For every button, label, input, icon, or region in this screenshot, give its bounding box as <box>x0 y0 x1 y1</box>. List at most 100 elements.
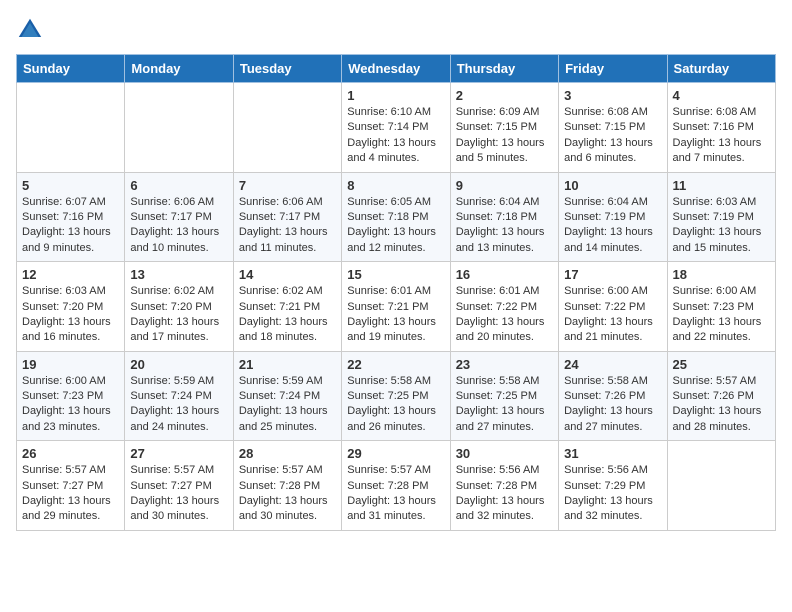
day-info: Sunrise: 6:10 AM Sunset: 7:14 PM Dayligh… <box>347 105 444 167</box>
calendar-cell: 24 Sunrise: 5:58 AM Sunset: 7:26 PM Dayl… <box>559 351 667 441</box>
day-info: Sunrise: 6:01 AM Sunset: 7:22 PM Dayligh… <box>456 284 553 346</box>
day-number: 1 <box>347 88 444 103</box>
day-info: Sunrise: 5:57 AM Sunset: 7:27 PM Dayligh… <box>130 463 227 525</box>
sunset-label: Sunset: 7:26 PM <box>564 390 645 402</box>
day-info: Sunrise: 5:58 AM Sunset: 7:25 PM Dayligh… <box>456 374 553 436</box>
sunrise-label: Sunrise: 6:00 AM <box>564 285 648 297</box>
day-number: 24 <box>564 357 661 372</box>
calendar-cell: 11 Sunrise: 6:03 AM Sunset: 7:19 PM Dayl… <box>667 172 775 262</box>
daylight-label: Daylight: 13 hours and 6 minutes. <box>564 137 653 164</box>
day-number: 11 <box>673 178 770 193</box>
day-number: 23 <box>456 357 553 372</box>
sunset-label: Sunset: 7:28 PM <box>456 480 537 492</box>
sunrise-label: Sunrise: 5:58 AM <box>564 375 648 387</box>
day-info: Sunrise: 6:05 AM Sunset: 7:18 PM Dayligh… <box>347 195 444 257</box>
header-day-thursday: Thursday <box>450 55 558 83</box>
sunrise-label: Sunrise: 5:58 AM <box>347 375 431 387</box>
sunset-label: Sunset: 7:18 PM <box>347 211 428 223</box>
header-row: SundayMondayTuesdayWednesdayThursdayFrid… <box>17 55 776 83</box>
daylight-label: Daylight: 13 hours and 27 minutes. <box>456 405 545 432</box>
header-day-tuesday: Tuesday <box>233 55 341 83</box>
sunset-label: Sunset: 7:20 PM <box>22 301 103 313</box>
day-number: 15 <box>347 267 444 282</box>
calendar-cell: 5 Sunrise: 6:07 AM Sunset: 7:16 PM Dayli… <box>17 172 125 262</box>
calendar-cell: 26 Sunrise: 5:57 AM Sunset: 7:27 PM Dayl… <box>17 441 125 531</box>
sunset-label: Sunset: 7:24 PM <box>239 390 320 402</box>
calendar-cell <box>667 441 775 531</box>
calendar-cell: 12 Sunrise: 6:03 AM Sunset: 7:20 PM Dayl… <box>17 262 125 352</box>
logo-icon <box>16 16 44 44</box>
calendar-cell: 16 Sunrise: 6:01 AM Sunset: 7:22 PM Dayl… <box>450 262 558 352</box>
sunset-label: Sunset: 7:15 PM <box>564 121 645 133</box>
sunset-label: Sunset: 7:22 PM <box>564 301 645 313</box>
sunrise-label: Sunrise: 6:06 AM <box>130 196 214 208</box>
day-number: 19 <box>22 357 119 372</box>
daylight-label: Daylight: 13 hours and 23 minutes. <box>22 405 111 432</box>
sunset-label: Sunset: 7:22 PM <box>456 301 537 313</box>
sunrise-label: Sunrise: 6:08 AM <box>564 106 648 118</box>
daylight-label: Daylight: 13 hours and 32 minutes. <box>564 495 653 522</box>
sunset-label: Sunset: 7:26 PM <box>673 390 754 402</box>
header-day-friday: Friday <box>559 55 667 83</box>
day-number: 16 <box>456 267 553 282</box>
daylight-label: Daylight: 13 hours and 27 minutes. <box>564 405 653 432</box>
day-number: 3 <box>564 88 661 103</box>
header-day-wednesday: Wednesday <box>342 55 450 83</box>
daylight-label: Daylight: 13 hours and 4 minutes. <box>347 137 436 164</box>
logo <box>16 16 48 44</box>
calendar-cell: 15 Sunrise: 6:01 AM Sunset: 7:21 PM Dayl… <box>342 262 450 352</box>
day-number: 26 <box>22 446 119 461</box>
sunrise-label: Sunrise: 5:57 AM <box>347 464 431 476</box>
sunset-label: Sunset: 7:23 PM <box>673 301 754 313</box>
sunrise-label: Sunrise: 6:04 AM <box>456 196 540 208</box>
calendar-cell <box>125 83 233 173</box>
daylight-label: Daylight: 13 hours and 13 minutes. <box>456 226 545 253</box>
day-number: 17 <box>564 267 661 282</box>
sunrise-label: Sunrise: 6:03 AM <box>673 196 757 208</box>
day-info: Sunrise: 5:59 AM Sunset: 7:24 PM Dayligh… <box>130 374 227 436</box>
sunrise-label: Sunrise: 5:56 AM <box>564 464 648 476</box>
calendar-cell: 30 Sunrise: 5:56 AM Sunset: 7:28 PM Dayl… <box>450 441 558 531</box>
sunset-label: Sunset: 7:16 PM <box>22 211 103 223</box>
sunrise-label: Sunrise: 6:01 AM <box>456 285 540 297</box>
daylight-label: Daylight: 13 hours and 22 minutes. <box>673 316 762 343</box>
calendar-cell: 18 Sunrise: 6:00 AM Sunset: 7:23 PM Dayl… <box>667 262 775 352</box>
daylight-label: Daylight: 13 hours and 20 minutes. <box>456 316 545 343</box>
daylight-label: Daylight: 13 hours and 32 minutes. <box>456 495 545 522</box>
day-number: 8 <box>347 178 444 193</box>
day-info: Sunrise: 6:08 AM Sunset: 7:16 PM Dayligh… <box>673 105 770 167</box>
day-info: Sunrise: 6:02 AM Sunset: 7:21 PM Dayligh… <box>239 284 336 346</box>
daylight-label: Daylight: 13 hours and 10 minutes. <box>130 226 219 253</box>
daylight-label: Daylight: 13 hours and 17 minutes. <box>130 316 219 343</box>
sunrise-label: Sunrise: 6:00 AM <box>673 285 757 297</box>
sunset-label: Sunset: 7:27 PM <box>22 480 103 492</box>
day-number: 10 <box>564 178 661 193</box>
sunset-label: Sunset: 7:28 PM <box>347 480 428 492</box>
calendar-cell: 9 Sunrise: 6:04 AM Sunset: 7:18 PM Dayli… <box>450 172 558 262</box>
header-day-monday: Monday <box>125 55 233 83</box>
calendar-cell: 22 Sunrise: 5:58 AM Sunset: 7:25 PM Dayl… <box>342 351 450 441</box>
day-info: Sunrise: 5:57 AM Sunset: 7:28 PM Dayligh… <box>347 463 444 525</box>
day-info: Sunrise: 5:58 AM Sunset: 7:26 PM Dayligh… <box>564 374 661 436</box>
day-info: Sunrise: 5:57 AM Sunset: 7:26 PM Dayligh… <box>673 374 770 436</box>
calendar-cell: 23 Sunrise: 5:58 AM Sunset: 7:25 PM Dayl… <box>450 351 558 441</box>
calendar-cell <box>233 83 341 173</box>
sunset-label: Sunset: 7:29 PM <box>564 480 645 492</box>
day-info: Sunrise: 6:01 AM Sunset: 7:21 PM Dayligh… <box>347 284 444 346</box>
day-number: 31 <box>564 446 661 461</box>
sunrise-label: Sunrise: 6:06 AM <box>239 196 323 208</box>
sunrise-label: Sunrise: 6:02 AM <box>239 285 323 297</box>
day-number: 4 <box>673 88 770 103</box>
day-number: 25 <box>673 357 770 372</box>
day-number: 9 <box>456 178 553 193</box>
sunset-label: Sunset: 7:27 PM <box>130 480 211 492</box>
week-row-3: 12 Sunrise: 6:03 AM Sunset: 7:20 PM Dayl… <box>17 262 776 352</box>
calendar-cell: 27 Sunrise: 5:57 AM Sunset: 7:27 PM Dayl… <box>125 441 233 531</box>
sunset-label: Sunset: 7:21 PM <box>347 301 428 313</box>
sunrise-label: Sunrise: 6:10 AM <box>347 106 431 118</box>
day-info: Sunrise: 6:00 AM Sunset: 7:23 PM Dayligh… <box>22 374 119 436</box>
calendar-cell: 4 Sunrise: 6:08 AM Sunset: 7:16 PM Dayli… <box>667 83 775 173</box>
day-info: Sunrise: 5:56 AM Sunset: 7:28 PM Dayligh… <box>456 463 553 525</box>
sunrise-label: Sunrise: 6:01 AM <box>347 285 431 297</box>
daylight-label: Daylight: 13 hours and 5 minutes. <box>456 137 545 164</box>
